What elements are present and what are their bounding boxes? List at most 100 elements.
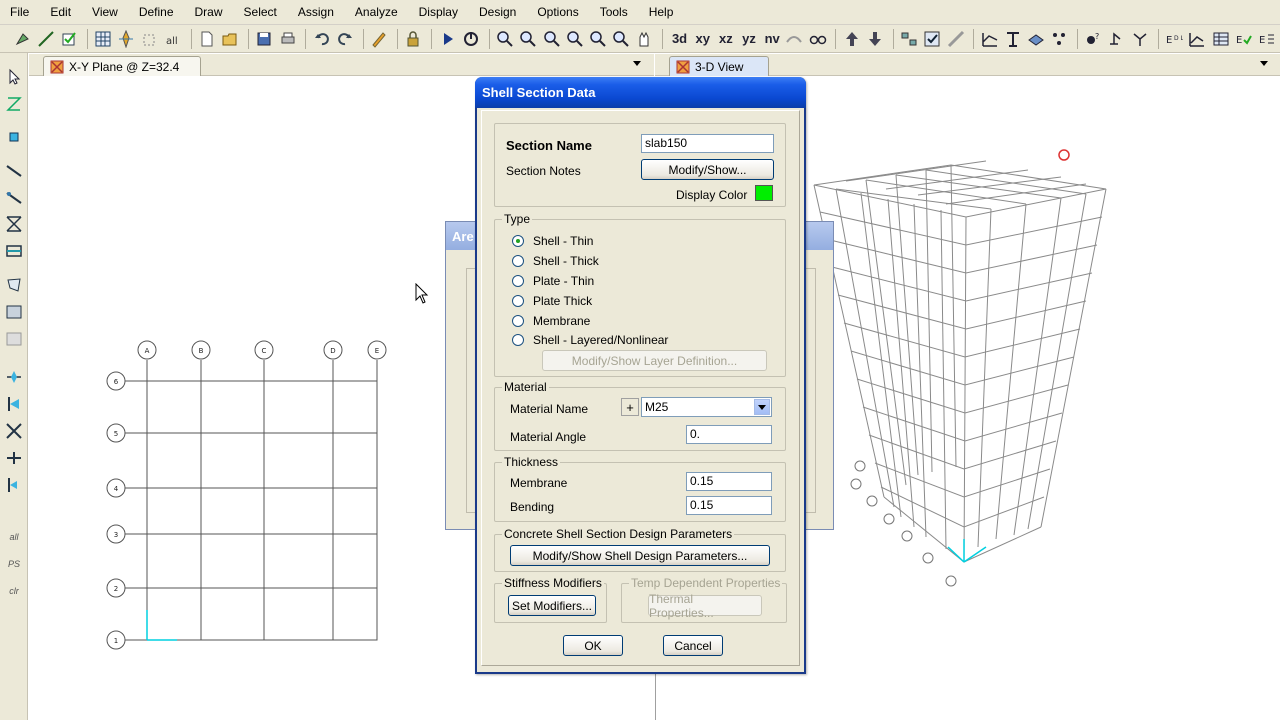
draw-rect-area-icon[interactable] xyxy=(3,301,25,323)
draw-line-quick-icon[interactable] xyxy=(3,187,25,209)
menu-display[interactable]: Display xyxy=(419,5,458,19)
menu-file[interactable]: File xyxy=(10,5,29,19)
move-down-icon[interactable] xyxy=(864,28,885,50)
save-icon[interactable] xyxy=(254,28,275,50)
snap-intersect-icon[interactable] xyxy=(3,420,25,442)
view-xz-button[interactable]: xz xyxy=(714,28,737,50)
type-option-membrane[interactable]: Membrane xyxy=(512,314,590,328)
previous-selection-button[interactable]: PS xyxy=(3,553,25,575)
bending-thickness-input[interactable]: 0.15 xyxy=(686,496,772,515)
check-icon[interactable] xyxy=(58,28,79,50)
pencil-icon[interactable] xyxy=(369,28,390,50)
snap-perp-icon[interactable] xyxy=(3,447,25,469)
new-file-icon[interactable] xyxy=(196,28,217,50)
glasses-icon[interactable] xyxy=(807,28,828,50)
shell-stress-icon[interactable] xyxy=(1026,28,1047,50)
radio-button[interactable] xyxy=(512,334,524,346)
select-all-button[interactable]: all xyxy=(3,526,25,548)
draw-poly-area-icon[interactable] xyxy=(3,274,25,296)
pointer-icon[interactable] xyxy=(3,66,25,88)
radio-button[interactable] xyxy=(512,315,524,327)
menu-draw[interactable]: Draw xyxy=(195,5,223,19)
menu-options[interactable]: Options xyxy=(537,5,578,19)
thermal-properties-button[interactable]: Thermal Properties... xyxy=(648,592,762,620)
ok-button[interactable]: OK xyxy=(563,635,623,656)
view-3d-button[interactable]: 3d xyxy=(668,28,691,50)
grid-icon[interactable] xyxy=(93,28,114,50)
zoom-extents-icon[interactable] xyxy=(587,28,608,50)
design-check-icon[interactable]: E xyxy=(1233,28,1254,50)
material-angle-input[interactable]: 0. xyxy=(686,425,772,444)
view-xy-button[interactable]: xy xyxy=(691,28,714,50)
cancel-button[interactable]: Cancel xyxy=(663,635,723,656)
frame-forces-icon[interactable] xyxy=(1002,28,1023,50)
move-up-icon[interactable] xyxy=(841,28,862,50)
ruler-icon[interactable] xyxy=(945,28,966,50)
snap-points-icon[interactable] xyxy=(3,366,25,388)
tab-dropdown-icon[interactable] xyxy=(633,61,641,66)
modify-layer-definition-button[interactable]: Modify/Show Layer Definition... xyxy=(542,350,767,371)
set-modifiers-button[interactable]: Set Modifiers... xyxy=(508,595,596,616)
reshape-icon[interactable] xyxy=(3,93,25,115)
zoom-in-icon[interactable] xyxy=(494,28,515,50)
set-display-icon[interactable] xyxy=(899,28,920,50)
draw-line-icon[interactable] xyxy=(3,160,25,182)
type-option-plate-thin[interactable]: Plate - Thin xyxy=(512,274,594,288)
material-name-select[interactable]: M25 xyxy=(641,397,772,417)
structure-k-icon[interactable] xyxy=(1129,28,1150,50)
snap-icon[interactable] xyxy=(116,28,137,50)
perspective-icon[interactable] xyxy=(784,28,805,50)
menu-assign[interactable]: Assign xyxy=(298,5,334,19)
menu-edit[interactable]: Edit xyxy=(50,5,71,19)
run-analysis-icon[interactable] xyxy=(437,28,458,50)
design-graph-icon[interactable] xyxy=(1187,28,1208,50)
radio-button[interactable] xyxy=(512,295,524,307)
joint-info-icon[interactable]: ? xyxy=(1083,28,1104,50)
radio-button[interactable] xyxy=(512,275,524,287)
zoom-out-icon[interactable] xyxy=(518,28,539,50)
section-name-input[interactable]: slab150 xyxy=(641,134,774,153)
display-color-swatch[interactable] xyxy=(755,185,773,201)
click-area-icon[interactable] xyxy=(3,328,25,350)
menu-view[interactable]: View xyxy=(92,5,118,19)
rotate-icon[interactable] xyxy=(460,28,481,50)
undo-icon[interactable] xyxy=(311,28,332,50)
pan-icon[interactable] xyxy=(634,28,655,50)
view-nv-button[interactable]: nv xyxy=(761,28,784,50)
structure-type-icon[interactable] xyxy=(1106,28,1127,50)
menu-analyze[interactable]: Analyze xyxy=(355,5,398,19)
snap-ends-icon[interactable] xyxy=(3,393,25,415)
padlock-icon[interactable] xyxy=(403,28,424,50)
type-option-shell-layered[interactable]: Shell - Layered/Nonlinear xyxy=(512,333,668,347)
chevron-down-icon[interactable] xyxy=(754,399,770,415)
view-yz-button[interactable]: yz xyxy=(737,28,760,50)
display-check-icon[interactable] xyxy=(922,28,943,50)
draw-joint-icon[interactable] xyxy=(3,126,25,148)
zoom-previous-icon[interactable] xyxy=(564,28,585,50)
draw-area-quick-icon[interactable] xyxy=(3,240,25,262)
tab-3d-view[interactable]: 3-D View xyxy=(669,56,769,76)
tab-plan-view[interactable]: X-Y Plane @ Z=32.4 xyxy=(43,56,201,76)
select-all-icon[interactable]: all xyxy=(162,28,183,50)
open-folder-icon[interactable] xyxy=(220,28,241,50)
section-notes-modify-button[interactable]: Modify/Show... xyxy=(641,159,774,180)
clear-selection-button[interactable]: clr xyxy=(3,580,25,602)
type-option-plate-thick[interactable]: Plate Thick xyxy=(512,294,592,308)
snap-line-icon[interactable] xyxy=(3,474,25,496)
select-tool-icon[interactable] xyxy=(139,28,160,50)
lock-model-icon[interactable] xyxy=(12,28,33,50)
redo-icon[interactable] xyxy=(335,28,356,50)
draw-frame-icon[interactable] xyxy=(35,28,56,50)
menu-define[interactable]: Define xyxy=(139,5,174,19)
menu-design[interactable]: Design xyxy=(479,5,516,19)
radio-button[interactable] xyxy=(512,235,524,247)
design-table-icon[interactable] xyxy=(1210,28,1231,50)
print-icon[interactable] xyxy=(277,28,298,50)
type-option-shell-thick[interactable]: Shell - Thick xyxy=(512,254,599,268)
deformed-shape-icon[interactable] xyxy=(979,28,1000,50)
design-dl-icon[interactable]: ED L xyxy=(1164,28,1185,50)
zoom-window-icon[interactable] xyxy=(541,28,562,50)
menu-tools[interactable]: Tools xyxy=(600,5,628,19)
reactions-icon[interactable] xyxy=(1049,28,1070,50)
menu-help[interactable]: Help xyxy=(649,5,674,19)
